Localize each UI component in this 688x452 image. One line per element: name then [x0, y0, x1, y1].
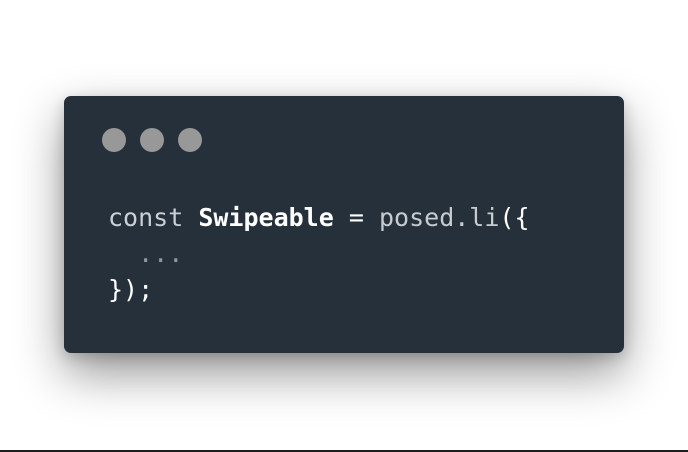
maximize-dot-icon — [178, 128, 202, 152]
open-brace: ({ — [499, 203, 530, 232]
identifier-swipeable: Swipeable — [198, 203, 334, 232]
code-block: const Swipeable = posed.li({ ... }); — [108, 200, 530, 308]
ellipsis: ... — [138, 239, 184, 268]
close-dot-icon — [102, 128, 126, 152]
window-controls — [102, 128, 202, 152]
minimize-dot-icon — [140, 128, 164, 152]
code-line-1: const Swipeable = posed.li({ — [108, 203, 530, 232]
assign-operator: = — [348, 203, 364, 232]
code-line-2: ... — [108, 239, 183, 268]
keyword-const: const — [108, 203, 184, 232]
call-posed-li: posed.li — [378, 203, 500, 232]
close-brace: }); — [108, 275, 154, 304]
code-line-3: }); — [108, 275, 153, 304]
code-window: const Swipeable = posed.li({ ... }); — [64, 96, 624, 353]
